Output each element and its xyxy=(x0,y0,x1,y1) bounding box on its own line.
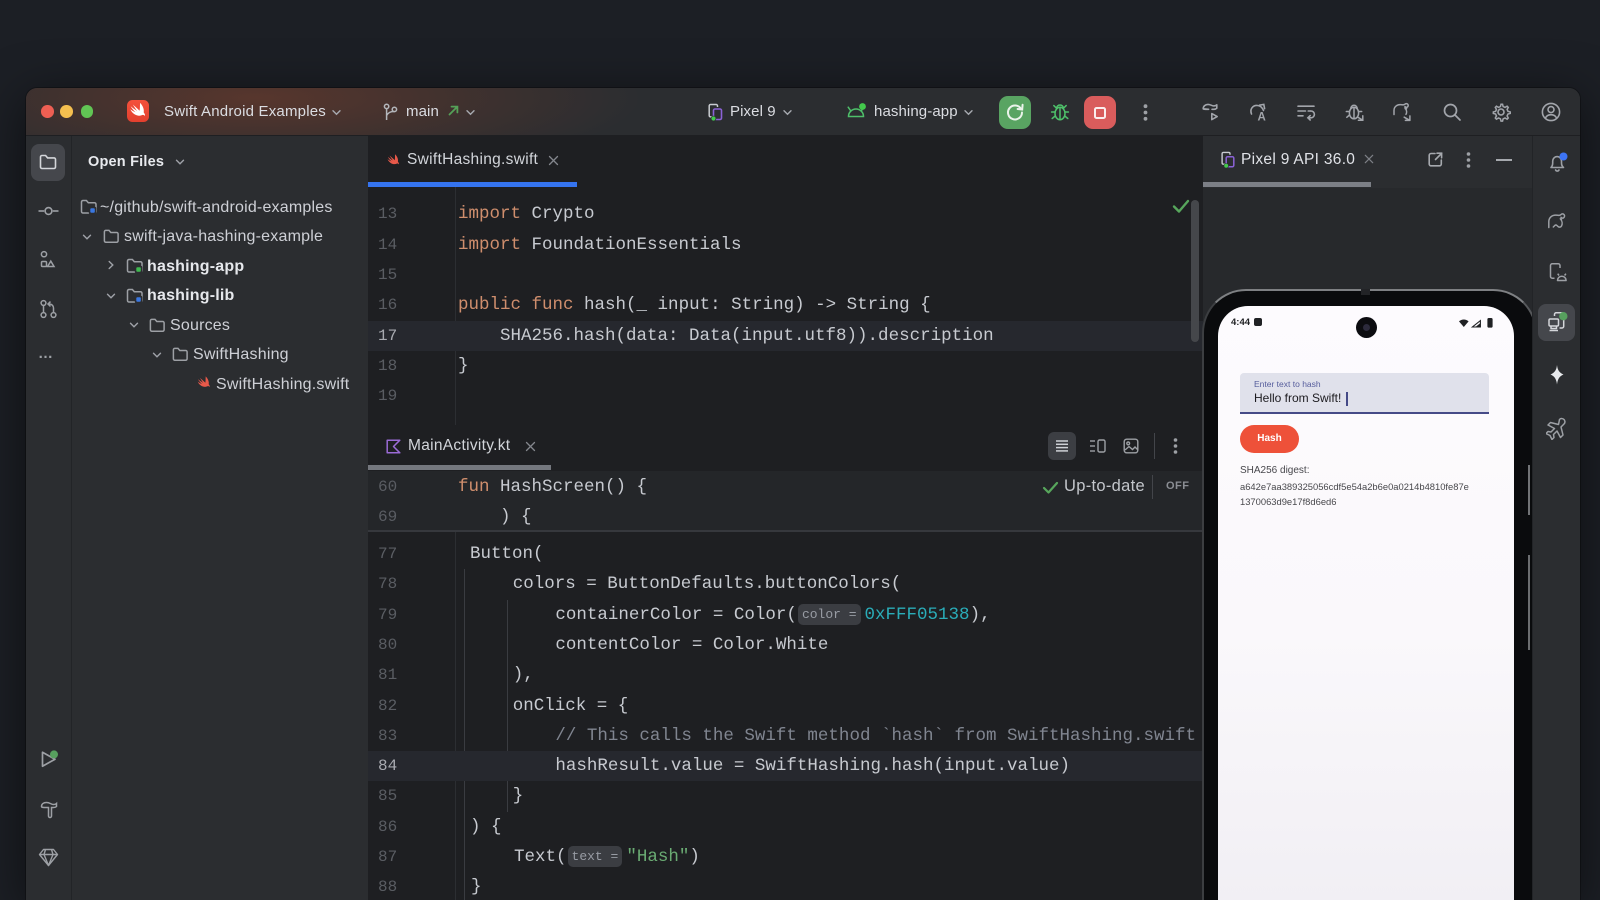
svg-text:A: A xyxy=(1258,112,1266,124)
